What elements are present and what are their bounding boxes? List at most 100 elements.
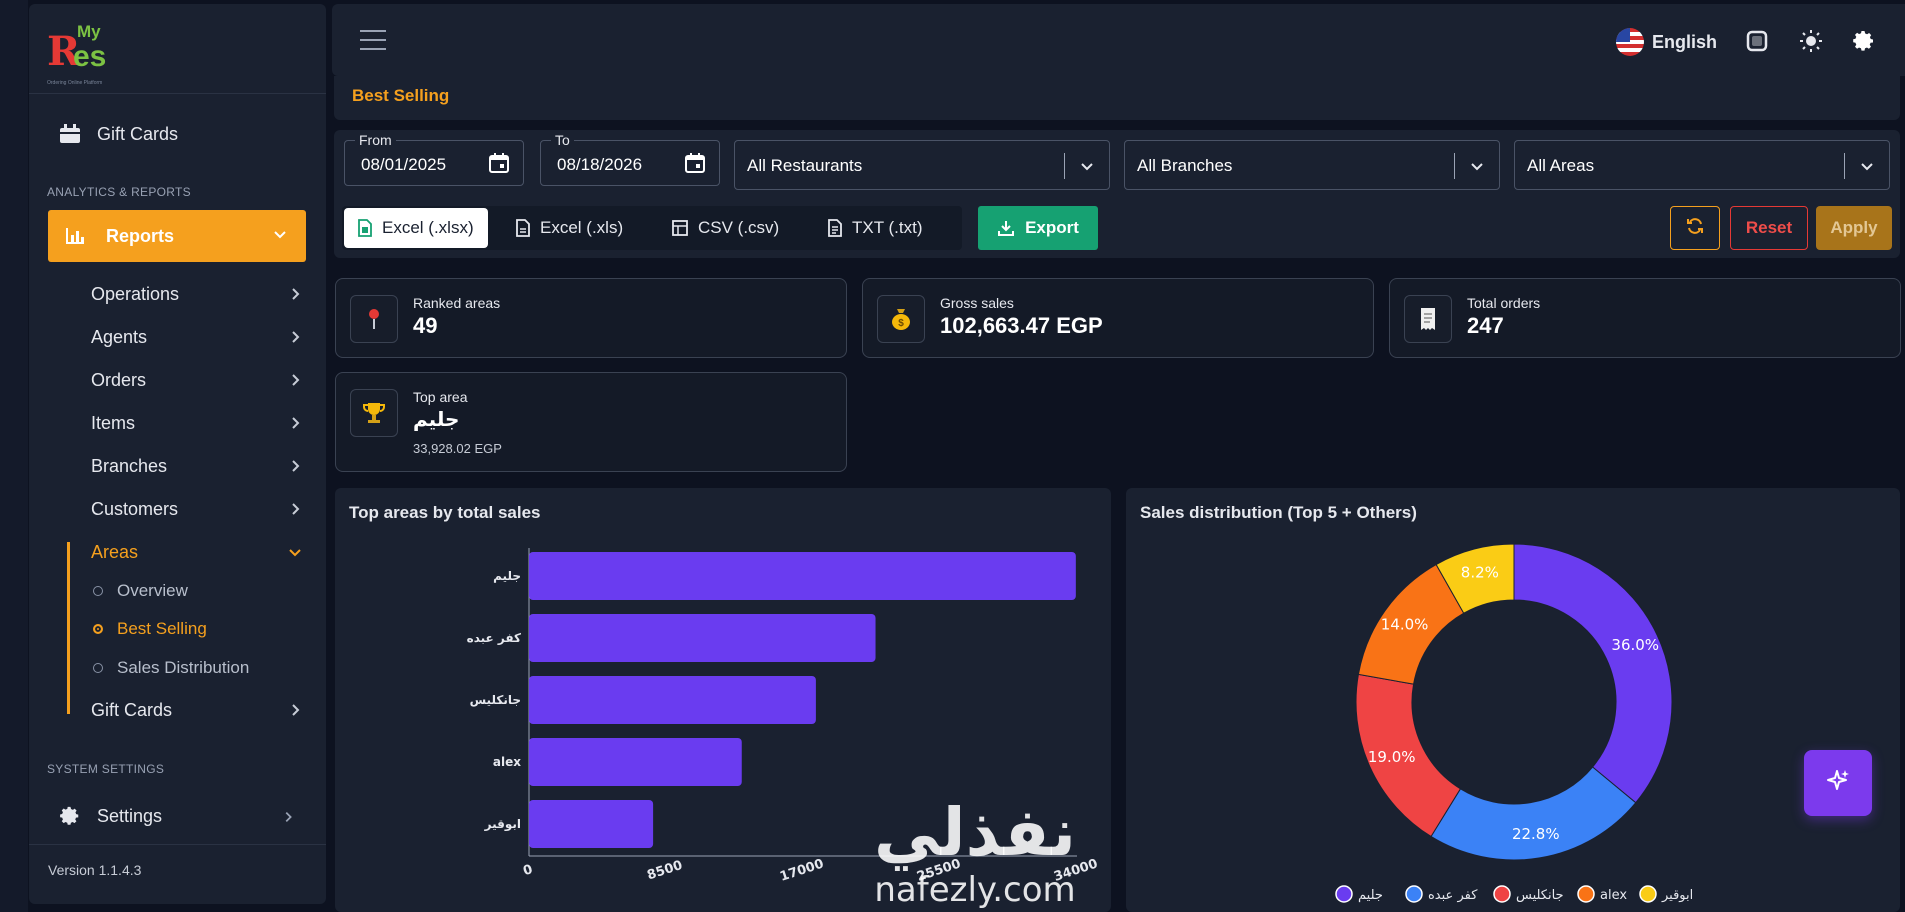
chevron-right-icon (287, 702, 303, 723)
fullscreen-icon[interactable] (1744, 28, 1770, 54)
pin-icon (350, 295, 398, 343)
slice-percent-label: 14.0% (1381, 616, 1429, 634)
chevron-right-icon (287, 372, 303, 393)
x-tick-label: 34000 (1052, 857, 1100, 885)
refresh-button[interactable] (1670, 206, 1720, 250)
download-icon (997, 219, 1015, 237)
select-separator (1454, 153, 1455, 179)
from-date-field[interactable]: From 08/01/2025 (344, 132, 524, 186)
branches-select-value: All Branches (1137, 156, 1233, 175)
format-label: Excel (.xlsx) (382, 218, 474, 237)
sidebar-item-areas[interactable]: Areas (91, 536, 311, 568)
svg-text:$: $ (898, 318, 904, 329)
stat-label: Total orders (1467, 295, 1541, 311)
format-csv-button[interactable]: CSV (.csv) (658, 208, 793, 248)
select-separator (1844, 153, 1845, 179)
legend-swatch (1577, 885, 1595, 903)
receipt-icon (1404, 295, 1452, 343)
slice-percent-label: 22.8% (1512, 825, 1560, 843)
chevron-down-icon (1079, 158, 1095, 179)
sidebar-item-customers[interactable]: Customers (91, 493, 311, 525)
bar-category-label: جليم (493, 569, 521, 583)
format-label: Excel (.xls) (540, 218, 624, 237)
export-button[interactable]: Export (978, 206, 1098, 250)
format-label: TXT (.txt) (852, 218, 923, 237)
money-bag-icon: $ (877, 295, 925, 343)
sidebar-divider (29, 844, 326, 845)
chevron-right-icon (287, 329, 303, 350)
sidebar-item-label: Overview (117, 581, 188, 600)
us-flag-icon (1616, 28, 1644, 56)
stat-label: Top area (413, 389, 468, 405)
chevron-right-icon (287, 501, 303, 522)
refresh-icon (1685, 216, 1705, 241)
chevron-right-icon (287, 458, 303, 479)
reset-button[interactable]: Reset (1730, 206, 1808, 250)
sidebar-item-operations[interactable]: Operations (91, 278, 311, 310)
sidebar: My R es Ordering Online Platform Gift Ca… (29, 4, 326, 904)
stat-sub-value: 33,928.02 EGP (413, 441, 502, 456)
chart-title: Sales distribution (Top 5 + Others) (1140, 503, 1417, 522)
sidebar-item-reports[interactable]: Reports (48, 210, 306, 262)
app-logo[interactable]: My R es Ordering Online Platform (47, 18, 137, 86)
format-txt-button[interactable]: TXT (.txt) (814, 208, 937, 248)
to-date-field[interactable]: To 08/18/2026 (540, 132, 720, 186)
stat-value: 247 (1467, 313, 1504, 338)
legend-label: جانكليس (1516, 888, 1564, 903)
ai-assistant-button[interactable] (1804, 750, 1872, 816)
sidebar-item-gift-cards[interactable]: Gift Cards (47, 114, 305, 154)
sidebar-item-areas-sales-distribution[interactable]: Sales Distribution (93, 655, 249, 681)
restaurants-select-value: All Restaurants (747, 156, 863, 175)
chevron-down-icon (1859, 158, 1875, 179)
chart-title: Top areas by total sales (349, 503, 541, 522)
sidebar-divider (29, 93, 326, 94)
sun-icon[interactable] (1798, 28, 1824, 54)
calendar-icon[interactable] (487, 151, 511, 180)
radio-dot-active-icon (93, 624, 103, 634)
from-date-label: From (355, 132, 396, 148)
sidebar-item-branches[interactable]: Branches (91, 450, 311, 482)
sidebar-item-areas-best-selling[interactable]: Best Selling (93, 616, 207, 642)
sidebar-item-label: Sales Distribution (117, 658, 250, 677)
apply-button[interactable]: Apply (1816, 206, 1892, 250)
sidebar-item-agents[interactable]: Agents (91, 321, 311, 353)
export-format-group: Excel (.xlsx) Excel (.xls) CSV (.csv) TX… (342, 206, 962, 250)
bar (529, 614, 876, 662)
x-tick-label: 8500 (645, 858, 684, 883)
gear-icon[interactable] (1851, 28, 1877, 54)
areas-select[interactable]: All Areas (1514, 140, 1890, 190)
legend-swatch (1405, 885, 1423, 903)
logo-es: es (73, 40, 107, 73)
slice-percent-label: 19.0% (1368, 748, 1416, 766)
sidebar-item-label: Branches (91, 455, 168, 476)
left-edge-strip (0, 0, 28, 912)
language-switcher[interactable]: English (1616, 28, 1717, 56)
restaurants-select[interactable]: All Restaurants (734, 140, 1110, 190)
chevron-down-icon (1469, 158, 1485, 179)
radio-dot-icon (93, 663, 103, 673)
sidebar-item-gift-cards-reports[interactable]: Gift Cards (91, 694, 311, 726)
sidebar-item-label: Orders (91, 369, 147, 390)
hamburger-menu-icon[interactable] (360, 30, 386, 50)
sidebar-item-label: Customers (91, 498, 179, 519)
bar-category-label: كفر عبده (467, 631, 521, 645)
sidebar-item-items[interactable]: Items (91, 407, 311, 439)
sidebar-item-areas-overview[interactable]: Overview (93, 578, 188, 604)
slice-percent-label: 8.2% (1461, 563, 1499, 581)
calendar-icon[interactable] (683, 151, 707, 180)
format-xlsx-button[interactable]: Excel (.xlsx) (344, 208, 488, 248)
stat-value: 49 (413, 313, 438, 338)
legend-swatch (1639, 885, 1657, 903)
branches-select[interactable]: All Branches (1124, 140, 1500, 190)
stat-value: 102,663.47 EGP (940, 313, 1103, 338)
file-icon (516, 219, 530, 237)
bar-category-label: جانكليس (470, 693, 521, 707)
areas-select-value: All Areas (1527, 156, 1595, 175)
sidebar-item-settings[interactable]: Settings (47, 796, 305, 836)
top-areas-chart-panel: Top areas by total sales جليم كفر عبده جان… (335, 488, 1111, 912)
format-xls-button[interactable]: Excel (.xls) (502, 208, 637, 248)
logo-my: My (77, 22, 101, 41)
sidebar-item-orders[interactable]: Orders (91, 364, 311, 396)
sidebar-item-label: Best Selling (117, 619, 207, 638)
bar-chart: جليم كفر عبده جانكليس alex ابوقير 0 8500 17000 2… (467, 548, 1100, 885)
